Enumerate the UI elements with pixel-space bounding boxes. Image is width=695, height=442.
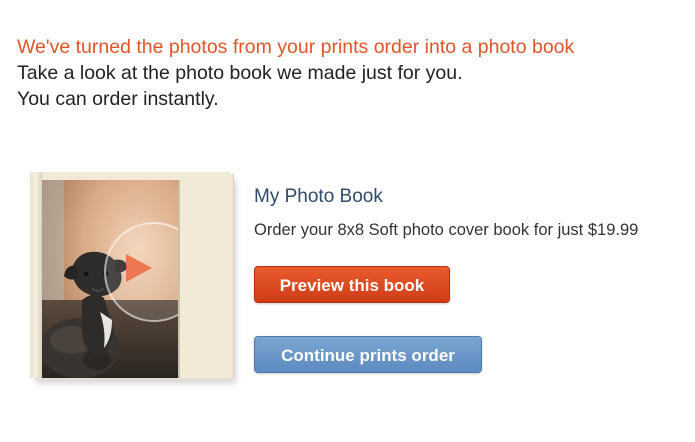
photo-book-cover[interactable] — [30, 172, 235, 382]
intro-line-2: You can order instantly. — [17, 88, 219, 110]
intro-line-1: Take a look at the photo book we made ju… — [17, 62, 463, 84]
cover-photo — [42, 180, 178, 378]
book-spine — [30, 172, 42, 378]
cover-edge — [178, 180, 180, 378]
book-title: My Photo Book — [254, 186, 383, 207]
book-description: Order your 8x8 Soft photo cover book for… — [254, 221, 639, 239]
preview-book-button[interactable]: Preview this book — [254, 266, 450, 303]
intro-headline: We've turned the photos from your prints… — [17, 36, 575, 58]
continue-prints-order-button[interactable]: Continue prints order — [254, 336, 482, 373]
